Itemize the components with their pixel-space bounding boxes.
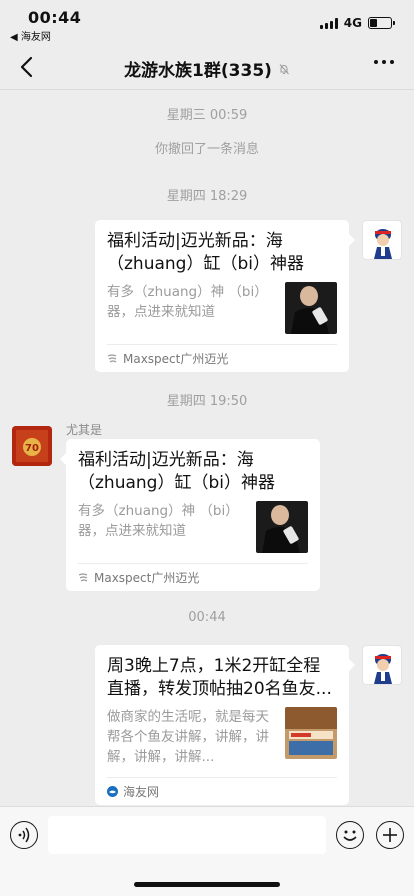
- my-avatar[interactable]: [362, 645, 402, 685]
- card-source: Maxspect广州迈光: [107, 344, 337, 372]
- link-source-icon: [78, 573, 88, 582]
- card-description: 有多（zhuang）神 （bi）器，点进来就知道: [107, 284, 268, 320]
- svg-text:70: 70: [25, 443, 39, 454]
- card-description: 做商家的生活呢，就是每天帮各个鱼友讲解，讲解，讲解，讲解，讲解...: [107, 709, 269, 765]
- voice-input-button[interactable]: [10, 821, 38, 849]
- my-avatar[interactable]: [362, 220, 402, 260]
- haiyou-logo-icon: [107, 786, 118, 797]
- voice-icon: [18, 827, 30, 843]
- battery-level: [370, 19, 377, 27]
- card-thumbnail: [256, 501, 308, 553]
- sender-avatar[interactable]: 70: [12, 426, 52, 466]
- chat-title-wrap: 龙游水族1群(335): [0, 56, 414, 81]
- more-functions-button[interactable]: [376, 821, 404, 849]
- timestamp: 星期三 00:59: [166, 108, 248, 123]
- link-source-icon: [107, 354, 117, 363]
- card-source: 海友网: [107, 777, 337, 805]
- status-bar: 00:44 ◀ 海友网 4G: [0, 0, 414, 44]
- sender-name: 尤其是: [66, 423, 103, 437]
- smiley-icon: [343, 830, 357, 841]
- card-source: Maxspect广州迈光: [78, 563, 308, 591]
- timestamp: 星期四 19:50: [166, 394, 248, 409]
- card-title: 福利活动|迈光新品：海（zhuang）缸（bi）神器: [107, 231, 304, 274]
- chat-title: 龙游水族1群(335): [124, 61, 272, 81]
- status-indicators: 4G: [319, 16, 395, 30]
- card-description: 有多（zhuang）神 （bi）器，点进来就知道: [78, 503, 239, 539]
- chat-area[interactable]: 星期三 00:59 你撤回了一条消息 星期四 18:29 福利活动|迈光新品：海…: [0, 90, 414, 806]
- back-to-app-link[interactable]: ◀ 海友网: [10, 28, 51, 43]
- timestamp: 00:44: [188, 610, 226, 625]
- card-thumbnail: [285, 707, 337, 759]
- timestamp: 星期四 18:29: [166, 189, 248, 204]
- card-thumbnail: [285, 282, 337, 334]
- plus-icon: [383, 828, 397, 842]
- status-time: 00:44: [28, 8, 82, 27]
- more-options-icon[interactable]: [374, 60, 394, 64]
- card-source-name: Maxspect广州迈光: [123, 352, 229, 366]
- network-type: 4G: [343, 16, 362, 30]
- home-indicator[interactable]: [134, 882, 280, 887]
- link-card[interactable]: 周3晚上7点，1米2开缸全程直播，转发顶帖抽20名鱼友... 做商家的生活呢，就…: [95, 645, 355, 805]
- card-title: 福利活动|迈光新品：海（zhuang）缸（bi）神器: [78, 450, 275, 493]
- card-source-name: Maxspect广州迈光: [94, 571, 200, 585]
- emoji-button[interactable]: [336, 821, 364, 849]
- link-card[interactable]: 福利活动|迈光新品：海（zhuang）缸（bi）神器 有多（zhuang）神 （…: [95, 220, 355, 372]
- link-card[interactable]: 福利活动|迈光新品：海（zhuang）缸（bi）神器 有多（zhuang）神 （…: [60, 439, 320, 591]
- recall-notice: 你撤回了一条消息: [154, 142, 259, 157]
- mute-bell-icon: [279, 63, 289, 74]
- chat-header: 龙游水族1群(335): [0, 44, 414, 90]
- card-title: 周3晚上7点，1米2开缸全程直播，转发顶帖抽20名鱼友...: [107, 656, 332, 699]
- battery-icon: [368, 17, 395, 29]
- message-input[interactable]: [48, 816, 326, 854]
- signal-icon: [319, 17, 338, 29]
- card-source-name: 海友网: [123, 785, 160, 799]
